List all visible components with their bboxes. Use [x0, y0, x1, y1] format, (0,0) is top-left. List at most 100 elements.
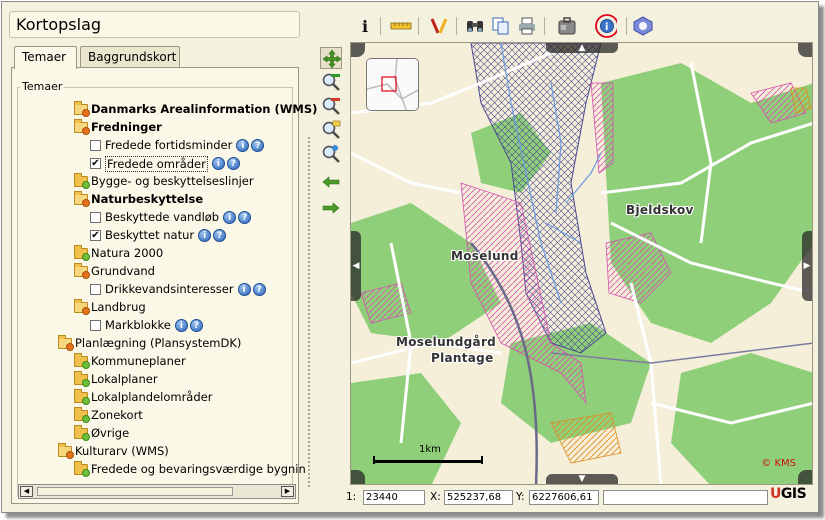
place-label: Moselundgård: [396, 335, 497, 349]
svg-text:i: i: [362, 17, 368, 36]
scroll-thumb[interactable]: [37, 487, 233, 496]
tree-row[interactable]: Markblokke i?: [90, 317, 203, 334]
horizontal-scrollbar[interactable]: ◀ ▶: [18, 484, 296, 499]
layer-info-icon[interactable]: i: [198, 229, 212, 242]
previous-extent-button[interactable]: [320, 171, 342, 193]
layer-info-icon[interactable]: i: [211, 157, 225, 170]
svg-text:i: i: [605, 22, 608, 33]
scale-field[interactable]: 23440: [363, 490, 425, 505]
zoom-extent-icon: [322, 145, 340, 163]
tree-row[interactable]: Beskyttet naturi?: [90, 227, 227, 244]
tree-row[interactable]: Øvrige: [74, 425, 129, 442]
tree-row[interactable]: Naturbeskyttelse: [74, 191, 203, 208]
scale-prefix: 1:: [346, 491, 357, 503]
tree-row[interactable]: Kulturarv (WMS): [58, 443, 169, 460]
pan-east-button[interactable]: ▶: [802, 231, 812, 301]
measure-button[interactable]: [390, 15, 412, 37]
pan-north-button[interactable]: ▲: [546, 43, 618, 53]
zoom-box-button[interactable]: [320, 119, 342, 141]
copy-button[interactable]: [490, 15, 512, 37]
toolbar-separator: [456, 17, 457, 35]
map-canvas: [351, 43, 812, 484]
tree-row[interactable]: Bygge- og beskyttelseslinjer: [74, 173, 254, 190]
tree-row[interactable]: Fredede fortidsminder i?: [90, 137, 265, 154]
ruler-icon: [390, 22, 412, 30]
layer-checkbox[interactable]: [90, 212, 101, 223]
draw-button[interactable]: [428, 15, 450, 37]
layer-help-icon[interactable]: ?: [252, 283, 266, 296]
tree-row-label: Fredede områder: [105, 155, 208, 172]
layer-help-icon[interactable]: ?: [251, 139, 265, 152]
tree-row[interactable]: Lokalplaner: [74, 371, 158, 388]
tree-row[interactable]: Zonekort: [74, 407, 143, 424]
pan-south-button[interactable]: ▼: [546, 474, 618, 484]
layer-help-icon[interactable]: ?: [213, 229, 227, 242]
layer-help-icon[interactable]: ?: [238, 211, 252, 224]
tree-row[interactable]: Planlægning (PlansystemDK): [58, 335, 241, 352]
print-button[interactable]: [516, 15, 538, 37]
layer-checkbox[interactable]: [90, 230, 101, 241]
pan-west-button[interactable]: ◀: [351, 231, 361, 301]
layer-help-icon[interactable]: ?: [226, 157, 240, 170]
tree-row[interactable]: Landbrug: [74, 299, 146, 316]
layer-checkbox[interactable]: [90, 158, 101, 169]
feature-info-button[interactable]: i: [595, 14, 617, 38]
scale-label: 1km: [419, 444, 441, 455]
search-button[interactable]: [464, 15, 486, 37]
wms-button[interactable]: [632, 15, 654, 37]
tree-row-label: Bygge- og beskyttelseslinjer: [91, 174, 254, 188]
pan-northeast-button[interactable]: [798, 43, 812, 57]
scroll-left-button[interactable]: ◀: [20, 486, 33, 497]
folder-icon: [74, 407, 90, 423]
tree-row[interactable]: Drikkevandsinteresser i?: [90, 281, 266, 298]
tree-row[interactable]: Natura 2000: [74, 245, 163, 262]
tree-row[interactable]: Fredede områderi?: [90, 155, 240, 172]
tree-row-label: Fredede fortidsminder: [105, 138, 233, 152]
zoom-out-icon: [322, 97, 340, 115]
tree-row[interactable]: Grundvand: [74, 263, 155, 280]
info-tool-button[interactable]: i: [354, 15, 376, 37]
zoom-in-button[interactable]: [320, 71, 342, 93]
copy-icon: [492, 17, 509, 35]
panel-splitter[interactable]: [308, 137, 310, 487]
toolbar-separator: [418, 17, 419, 35]
overview-map[interactable]: [366, 58, 419, 111]
layer-help-icon[interactable]: ?: [189, 319, 203, 332]
layer-checkbox[interactable]: [90, 320, 101, 331]
layer-checkbox[interactable]: [90, 284, 101, 295]
map-view[interactable]: Bjeldskov Moselund Moselundgård Plantage…: [350, 42, 813, 485]
layer-checkbox[interactable]: [90, 140, 101, 151]
folder-icon: [74, 119, 90, 135]
x-coordinate-field: 525237,68: [444, 490, 513, 505]
layer-info-icon[interactable]: i: [174, 319, 188, 332]
tree-row[interactable]: Beskyttede vandløb i?: [90, 209, 252, 226]
tree-row[interactable]: Lokalplandelområder: [74, 389, 212, 406]
tab-baggrundskort[interactable]: Baggrundskort: [80, 46, 180, 68]
zoom-out-button[interactable]: [320, 95, 342, 117]
overview-canvas: [367, 59, 418, 110]
export-button[interactable]: [556, 15, 578, 37]
folder-icon: [74, 299, 90, 315]
folder-icon: [74, 173, 90, 189]
tree-row[interactable]: Kommuneplaner: [74, 353, 186, 370]
zoom-full-button[interactable]: [320, 143, 342, 165]
tree-row[interactable]: Danmarks Arealinformation (WMS): [74, 101, 317, 118]
pan-tool-button[interactable]: [320, 47, 342, 69]
tab-temaer[interactable]: Temaer: [14, 46, 77, 69]
place-label: Moselund: [451, 249, 519, 263]
x-label: X:: [430, 491, 441, 503]
next-extent-button[interactable]: [320, 197, 342, 219]
pan-southeast-button[interactable]: [798, 470, 812, 484]
layer-info-icon[interactable]: i: [223, 211, 237, 224]
scroll-right-button[interactable]: ▶: [281, 486, 294, 497]
tree-row[interactable]: Fredninger: [74, 119, 162, 136]
tree-row-label: Landbrug: [91, 300, 146, 314]
tree-row[interactable]: Fredede og bevaringsværdige bygnin: [74, 461, 306, 478]
layer-info-icon[interactable]: i: [237, 283, 251, 296]
layer-info-icon[interactable]: i: [236, 139, 250, 152]
pan-southwest-button[interactable]: [351, 470, 365, 484]
tree-row-label: Kommuneplaner: [91, 354, 186, 368]
page-title: Kortopslag: [9, 11, 300, 38]
folder-icon: [74, 371, 90, 387]
place-label: Bjeldskov: [626, 203, 694, 217]
